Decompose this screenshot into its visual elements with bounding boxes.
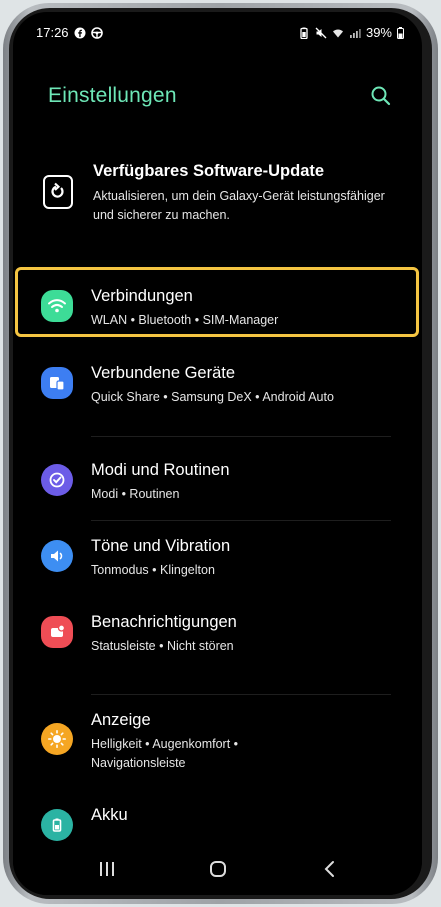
page-title: Einstellungen	[48, 84, 177, 107]
battery-icon	[41, 809, 73, 841]
item-title: Benachrichtigungen	[91, 613, 237, 631]
phone-screen: 17:26 39% Einstellungen Verfügbares Soft…	[13, 12, 422, 895]
navigation-bar	[13, 845, 422, 895]
settings-item-akku[interactable]: Akku	[13, 804, 422, 844]
wifi-status-icon	[332, 28, 343, 37]
settings-item-verbindungen[interactable]: Verbindungen WLAN • Bluetooth • SIM-Mana…	[13, 285, 422, 335]
battery-percent: 39%	[365, 25, 392, 40]
sun-icon	[41, 723, 73, 755]
signal-icon	[349, 28, 361, 38]
refresh-icon	[51, 182, 64, 198]
item-title: Modi und Routinen	[91, 461, 230, 479]
item-title: Töne und Vibration	[91, 537, 231, 555]
mute-icon	[315, 27, 327, 38]
notification-icon	[41, 616, 73, 648]
speaker-icon	[41, 540, 73, 572]
item-subtitle: Quick Share • Samsung DeX • Android Auto	[91, 390, 334, 404]
divider	[91, 436, 391, 437]
software-update-icon	[43, 175, 73, 209]
battery-saver-icon	[300, 27, 308, 39]
item-title: Anzeige	[91, 711, 151, 729]
item-title: Verbundene Geräte	[91, 364, 236, 382]
divider	[91, 694, 391, 695]
routine-check-icon	[41, 464, 73, 496]
divider	[91, 520, 391, 521]
software-update-title: Verfügbares Software-Update	[93, 162, 325, 180]
home-icon[interactable]	[206, 857, 230, 881]
item-subtitle: WLAN • Bluetooth • SIM-Manager	[91, 313, 279, 327]
item-subtitle: Helligkeit • Augenkomfort • Navigationsl…	[91, 737, 239, 770]
settings-item-toene-vibration[interactable]: Töne und Vibration Tonmodus • Klingelton	[13, 535, 422, 585]
back-icon[interactable]	[318, 857, 342, 881]
facebook-icon	[74, 27, 86, 38]
wifi-icon	[41, 290, 73, 322]
item-subtitle: Tonmodus • Klingelton	[91, 563, 215, 577]
battery-status-icon	[397, 26, 404, 39]
steering-wheel-icon	[90, 26, 103, 39]
status-bar: 17:26 39%	[13, 12, 422, 52]
devices-icon	[41, 367, 73, 399]
item-subtitle: Statusleiste • Nicht stören	[91, 639, 234, 653]
status-right: 39%	[298, 25, 404, 40]
status-time: 17:26	[36, 25, 69, 40]
item-title: Akku	[91, 806, 128, 824]
settings-item-modi-routinen[interactable]: Modi und Routinen Modi • Routinen	[13, 459, 422, 509]
settings-item-benachrichtigungen[interactable]: Benachrichtigungen Statusleiste • Nicht …	[13, 611, 422, 661]
item-subtitle: Modi • Routinen	[91, 487, 180, 501]
settings-item-anzeige[interactable]: Anzeige Helligkeit • Augenkomfort • Navi…	[13, 709, 422, 779]
recent-apps-icon[interactable]	[95, 857, 119, 881]
settings-item-verbundene-geraete[interactable]: Verbundene Geräte Quick Share • Samsung …	[13, 362, 422, 412]
software-update-card[interactable]: Verfügbares Software-Update Aktualisiere…	[43, 162, 403, 232]
software-update-description: Aktualisieren, um dein Galaxy-Gerät leis…	[93, 189, 385, 222]
item-title: Verbindungen	[91, 287, 193, 305]
search-icon[interactable]	[369, 84, 393, 108]
status-left: 17:26	[36, 25, 103, 40]
